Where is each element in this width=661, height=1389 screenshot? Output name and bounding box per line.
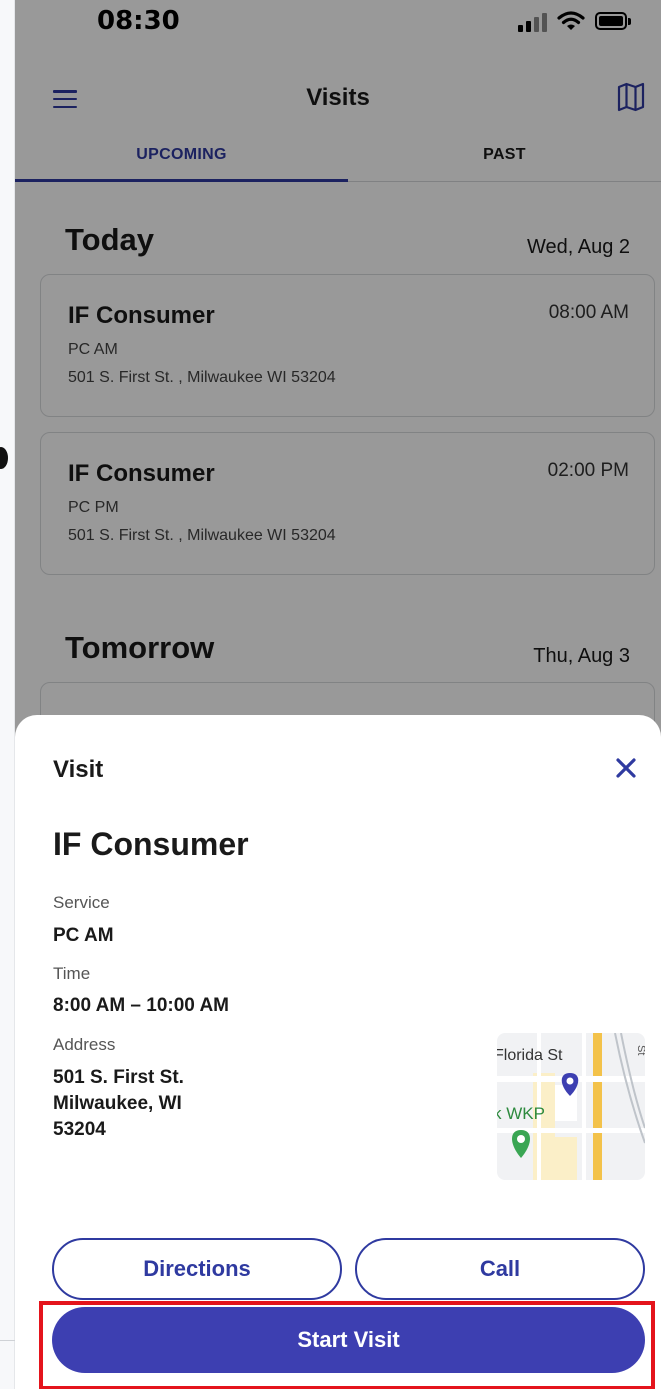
map-preview: Florida St St k WKP — [497, 1033, 645, 1180]
service-label: Service — [53, 893, 110, 912]
time-value: 8:00 AM – 10:00 AM — [53, 995, 229, 1016]
map-place-label: k WKP — [497, 1104, 545, 1123]
address-line-1: 501 S. First St. — [53, 1067, 184, 1088]
visit-detail-sheet: Visit IF Consumer Service PC AM Time 8:0… — [15, 715, 661, 1389]
address-label: Address — [53, 1035, 116, 1054]
map-street-label: Florida St — [497, 1047, 563, 1064]
map-thumbnail[interactable]: Florida St St k WKP — [497, 1033, 645, 1180]
visits-app: 08:30 Visits UPCOMING PAST Today Wed, Au… — [15, 0, 661, 1389]
time-label: Time — [53, 964, 91, 983]
edge-dot — [0, 447, 8, 469]
left-panel-edge — [0, 0, 15, 1389]
consumer-name: IF Consumer — [53, 826, 249, 862]
service-value: PC AM — [53, 925, 114, 946]
call-button[interactable]: Call — [355, 1238, 645, 1300]
directions-button[interactable]: Directions — [52, 1238, 342, 1300]
start-visit-button[interactable]: Start Visit — [52, 1307, 645, 1373]
edge-divider — [0, 1340, 15, 1341]
close-icon[interactable] — [613, 755, 639, 781]
address-line-2: Milwaukee, WI — [53, 1093, 182, 1114]
address-line-3: 53204 — [53, 1119, 106, 1140]
map-corner-label: St — [635, 1045, 645, 1055]
sheet-title: Visit — [53, 756, 104, 783]
